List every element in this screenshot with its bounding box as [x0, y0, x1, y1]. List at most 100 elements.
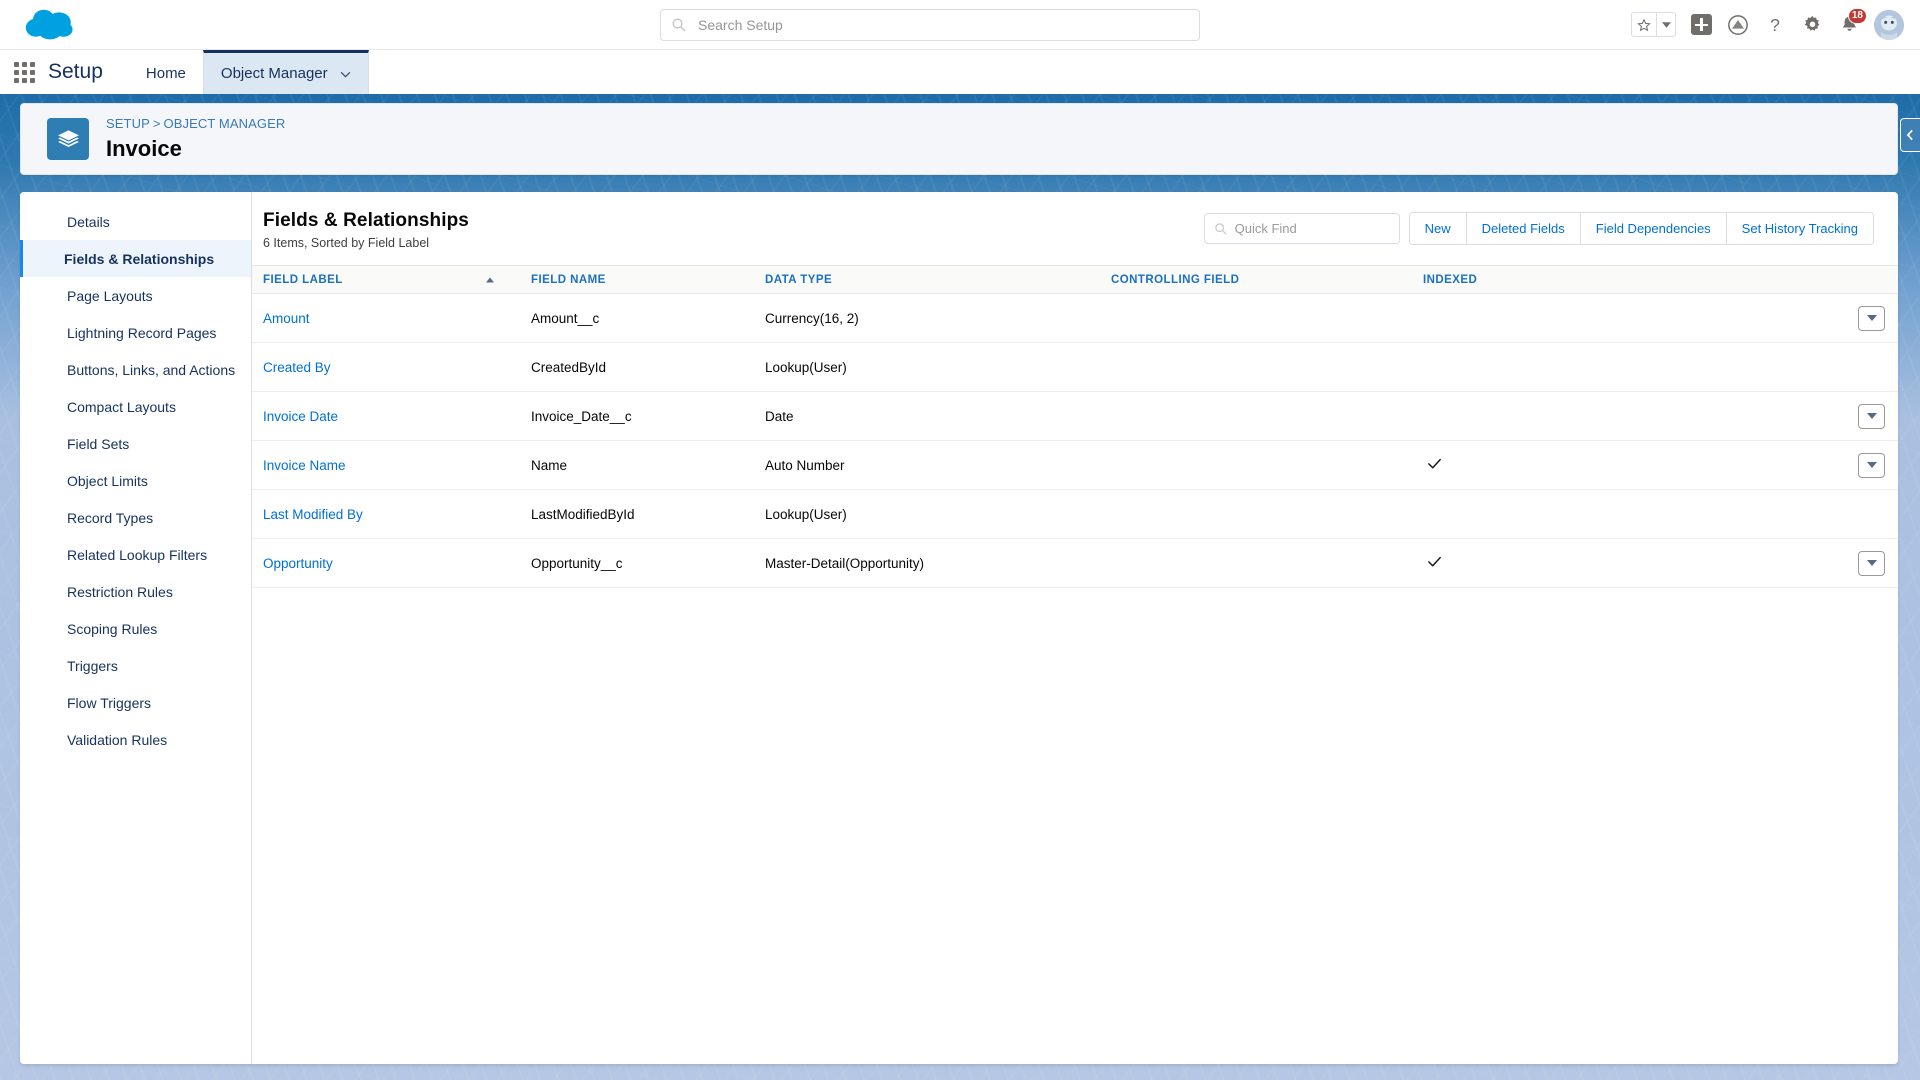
cell-data-type: Date	[754, 392, 1100, 441]
global-search-box[interactable]	[660, 9, 1200, 41]
cell-field-label: Amount	[252, 294, 520, 343]
notifications-button[interactable]: 18	[1837, 13, 1861, 37]
nav-tab-home[interactable]: Home	[129, 50, 203, 94]
field-label-link[interactable]: Invoice Date	[263, 409, 338, 424]
cell-data-type: Currency(16, 2)	[754, 294, 1100, 343]
cell-controlling-field	[1100, 441, 1412, 490]
cell-controlling-field	[1100, 539, 1412, 588]
column-header-controlling-field[interactable]: Controlling Field	[1100, 266, 1412, 294]
search-input[interactable]	[698, 17, 1189, 33]
main-content-card: Details Fields & Relationships Page Layo…	[20, 192, 1898, 1064]
column-header-data-type[interactable]: Data Type	[754, 266, 1100, 294]
chevron-down-icon	[1867, 315, 1877, 321]
salesforce-cloud-logo[interactable]	[22, 7, 80, 43]
cell-field-label: Invoice Name	[252, 441, 520, 490]
column-header-field-name[interactable]: Field Name	[520, 266, 754, 294]
row-actions-menu-button[interactable]	[1858, 551, 1885, 576]
chevron-down-icon	[340, 65, 351, 82]
cell-data-type: Auto Number	[754, 441, 1100, 490]
sidebar-item-details[interactable]: Details	[20, 203, 251, 240]
sidebar-item-label: Page Layouts	[67, 288, 153, 304]
sort-ascending-icon	[486, 277, 494, 282]
section-subtitle: 6 Items, Sorted by Field Label	[263, 236, 469, 250]
sidebar-item-object-limits[interactable]: Object Limits	[20, 462, 251, 499]
sidebar-item-label: Lightning Record Pages	[67, 325, 216, 341]
sidebar-item-related-lookup-filters[interactable]: Related Lookup Filters	[20, 536, 251, 573]
sidebar-item-label: Field Sets	[67, 436, 129, 452]
field-label-link[interactable]: Amount	[263, 311, 310, 326]
sidebar-item-label: Triggers	[67, 658, 118, 674]
sidebar-item-field-sets[interactable]: Field Sets	[20, 425, 251, 462]
add-button[interactable]	[1689, 13, 1713, 37]
sidebar-item-label: Fields & Relationships	[64, 251, 214, 267]
cell-indexed	[1412, 294, 1652, 343]
set-history-tracking-button[interactable]: Set History Tracking	[1726, 213, 1873, 244]
row-actions-menu-button[interactable]	[1858, 453, 1885, 478]
avatar[interactable]	[1874, 10, 1904, 40]
cell-indexed	[1412, 490, 1652, 539]
cell-row-actions	[1652, 441, 1898, 490]
field-label-link[interactable]: Invoice Name	[263, 458, 346, 473]
content-header: Fields & Relationships 6 Items, Sorted b…	[252, 192, 1898, 250]
sidebar-item-fields-relationships[interactable]: Fields & Relationships	[20, 240, 251, 277]
sidebar-item-flow-triggers[interactable]: Flow Triggers	[20, 684, 251, 721]
quick-find-input[interactable]	[1235, 221, 1390, 236]
sidebar-item-record-types[interactable]: Record Types	[20, 499, 251, 536]
field-label-link[interactable]: Created By	[263, 360, 331, 375]
page-title: Invoice	[106, 135, 285, 163]
question-mark-icon[interactable]: ?	[1763, 13, 1787, 37]
cell-row-actions	[1652, 539, 1898, 588]
favorites-group[interactable]	[1631, 12, 1676, 37]
cell-field-label: Created By	[252, 343, 520, 392]
sidebar-item-restriction-rules[interactable]: Restriction Rules	[20, 573, 251, 610]
column-header-field-label[interactable]: Field Label	[252, 266, 520, 294]
app-launcher-waffle-icon[interactable]	[0, 50, 48, 94]
star-icon[interactable]	[1632, 13, 1656, 36]
global-search-container	[660, 9, 1200, 41]
chevron-down-icon	[1867, 413, 1877, 419]
column-label: Controlling Field	[1111, 274, 1239, 286]
quick-find-box[interactable]	[1204, 213, 1400, 244]
column-header-indexed[interactable]: Indexed	[1412, 266, 1652, 294]
field-label-link[interactable]: Last Modified By	[263, 507, 363, 522]
nav-tab-object-manager[interactable]: Object Manager	[203, 50, 369, 94]
cell-indexed	[1412, 441, 1652, 490]
deleted-fields-button[interactable]: Deleted Fields	[1466, 213, 1580, 244]
column-header-actions	[1652, 266, 1898, 294]
global-header: ? 18	[0, 0, 1920, 49]
sidebar-item-label: Details	[67, 214, 110, 230]
breadcrumb-setup-link[interactable]: SETUP	[106, 116, 150, 131]
cell-field-label: Last Modified By	[252, 490, 520, 539]
chevron-down-icon	[1867, 560, 1877, 566]
checkmark-icon	[1426, 455, 1443, 472]
sidebar-item-buttons-links-actions[interactable]: Buttons, Links, and Actions	[20, 351, 251, 388]
table-row: AmountAmount__cCurrency(16, 2)	[252, 294, 1898, 343]
table-row: Invoice DateInvoice_Date__cDate	[252, 392, 1898, 441]
table-row: Invoice NameNameAuto Number	[252, 441, 1898, 490]
field-dependencies-button[interactable]: Field Dependencies	[1580, 213, 1726, 244]
cell-controlling-field	[1100, 490, 1412, 539]
cell-data-type: Lookup(User)	[754, 343, 1100, 392]
chevron-down-icon[interactable]	[1656, 13, 1675, 36]
search-icon	[1214, 222, 1227, 235]
setup-title: Setup	[48, 50, 129, 94]
breadcrumb-object-manager-link[interactable]: OBJECT MANAGER	[164, 116, 286, 131]
breadcrumb: SETUP>OBJECT MANAGER	[106, 116, 285, 132]
cell-row-actions	[1652, 294, 1898, 343]
gear-icon[interactable]	[1800, 13, 1824, 37]
checkmark-icon	[1426, 553, 1443, 570]
new-button[interactable]: New	[1410, 213, 1466, 244]
row-actions-menu-button[interactable]	[1858, 404, 1885, 429]
sidebar-item-triggers[interactable]: Triggers	[20, 647, 251, 684]
column-label: Field Name	[531, 274, 606, 286]
trailhead-icon[interactable]	[1726, 13, 1750, 37]
sidebar-item-compact-layouts[interactable]: Compact Layouts	[20, 388, 251, 425]
sidebar-item-page-layouts[interactable]: Page Layouts	[20, 277, 251, 314]
panel-collapse-toggle[interactable]	[1900, 118, 1920, 152]
field-label-link[interactable]: Opportunity	[263, 556, 333, 571]
sidebar-item-validation-rules[interactable]: Validation Rules	[20, 721, 251, 758]
action-button-group: New Deleted Fields Field Dependencies Se…	[1409, 212, 1874, 245]
sidebar-item-lightning-record-pages[interactable]: Lightning Record Pages	[20, 314, 251, 351]
sidebar-item-scoping-rules[interactable]: Scoping Rules	[20, 610, 251, 647]
row-actions-menu-button[interactable]	[1858, 306, 1885, 331]
